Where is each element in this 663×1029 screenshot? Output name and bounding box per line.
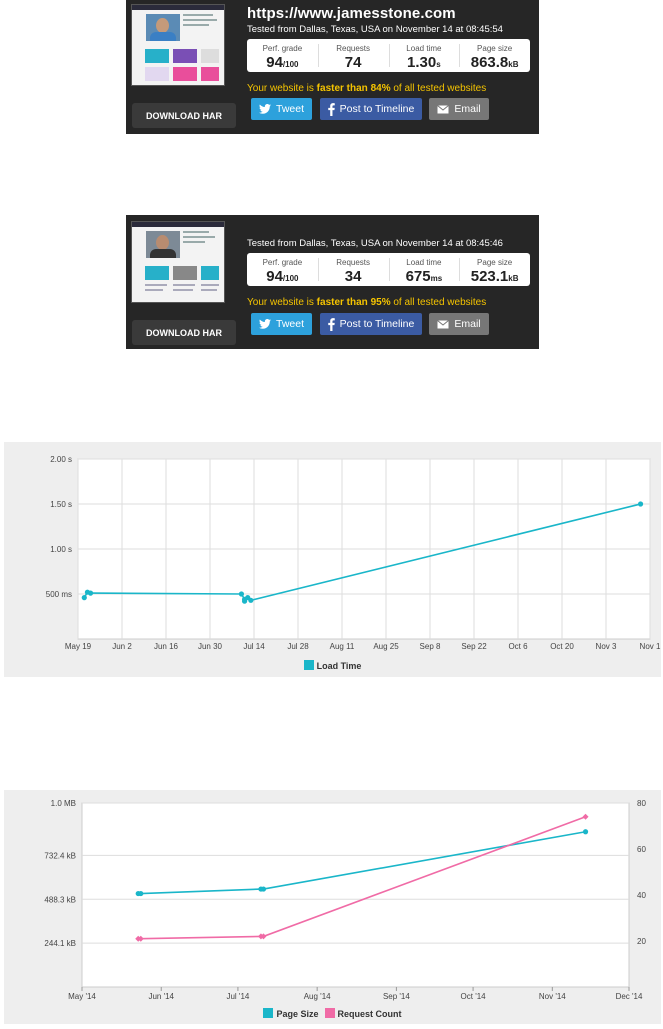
tested-info: Tested from Dallas, Texas, USA on Novemb… — [247, 24, 503, 35]
page-size-point — [582, 829, 589, 835]
site-url[interactable]: https://www.jamesstone.com — [247, 5, 456, 22]
y-tick-label: 1.50 s — [50, 500, 72, 509]
facebook-icon — [327, 102, 335, 116]
y-right-tick-label: 80 — [637, 799, 646, 808]
x-tick-label: May '14 — [68, 992, 96, 1001]
x-tick-label: Nov 3 — [596, 642, 617, 651]
x-tick-label: Sep '14 — [383, 992, 410, 1001]
load-time-chart: May 19 Jun 2 Jun 16 Jun 30 Jul 14 Jul 28 Aug 1… — [4, 442, 661, 677]
load-time: Load time 675ms — [388, 253, 460, 286]
site-thumbnail — [131, 221, 225, 303]
post-to-timeline-button[interactable]: Post to Timeline — [320, 313, 422, 335]
y-tick-label: 500 ms — [46, 590, 72, 599]
faster-text: Your website is faster than 84% of all t… — [247, 83, 487, 94]
page-size-request-chart-svg: May '14 Jun '14 Jul '14 Aug '14 Sep '14 Oct '… — [44, 799, 646, 1001]
load-time: Load time 1.30s — [388, 39, 460, 72]
x-tick-label: Dec '14 — [616, 992, 643, 1001]
y-right-tick-label: 40 — [637, 891, 646, 900]
requests: Requests 34 — [317, 253, 389, 286]
x-tick-label: Nov 1 — [640, 642, 661, 651]
download-har-button[interactable]: DOWNLOAD HAR — [132, 320, 236, 345]
faster-text: Your website is faster than 95% of all t… — [247, 297, 487, 308]
x-tick-label: Jun 2 — [112, 642, 132, 651]
x-tick-label: Nov '14 — [539, 992, 566, 1001]
y-tick-label: 1.00 s — [50, 545, 72, 554]
y-right-tick-label: 20 — [637, 937, 646, 946]
y-left-tick-label: 732.4 kB — [44, 851, 76, 860]
x-tick-label: Jun 30 — [198, 642, 223, 651]
y-left-tick-label: 1.0 MB — [51, 799, 76, 808]
metrics-panel: Perf. grade 94/100 Requests 34 Load time… — [247, 253, 530, 286]
x-tick-label: Jul 14 — [243, 642, 265, 651]
y-tick-label: 2.00 s — [50, 455, 72, 464]
chart-legend: Page Size Request Count — [4, 1008, 661, 1019]
perf-grade: Perf. grade 94/100 — [262, 258, 303, 285]
page-size-point — [138, 890, 144, 897]
site-thumbnail — [131, 4, 225, 86]
perf-grade: Perf. grade 94/100 — [262, 44, 303, 71]
tweet-button[interactable]: Tweet — [251, 98, 312, 120]
x-tick-label: Aug '14 — [304, 992, 331, 1001]
load-time-point — [248, 597, 254, 603]
x-tick-label: May 19 — [65, 642, 92, 651]
email-button[interactable]: Email — [429, 313, 489, 335]
result-card-1: https://www.jamesstone.com Tested from D… — [126, 0, 539, 134]
x-tick-label: Aug 11 — [330, 642, 355, 651]
page-size-point — [260, 886, 267, 892]
load-time-point — [87, 590, 94, 596]
result-card-2: Tested from Dallas, Texas, USA on Novemb… — [126, 215, 539, 349]
twitter-icon — [258, 319, 271, 329]
envelope-icon — [437, 319, 450, 328]
envelope-icon — [437, 104, 450, 113]
load-time-point — [238, 591, 245, 597]
x-tick-label: Jun '14 — [148, 992, 174, 1001]
x-tick-label: Aug 25 — [373, 642, 399, 651]
facebook-icon — [327, 317, 335, 331]
x-tick-label: Oct 6 — [508, 642, 528, 651]
x-tick-label: Oct 20 — [550, 642, 574, 651]
x-tick-label: Jul 28 — [287, 642, 309, 651]
x-tick-label: Sep 8 — [420, 642, 441, 651]
page-size: Page size 523.1kB — [459, 253, 530, 286]
download-har-button[interactable]: DOWNLOAD HAR — [132, 103, 236, 128]
load-time-point — [81, 595, 87, 601]
load-time-chart-svg: May 19 Jun 2 Jun 16 Jun 30 Jul 14 Jul 28 Aug 1… — [46, 455, 661, 651]
y-right-tick-label: 60 — [637, 845, 646, 854]
legend-item-page-size[interactable]: Page Size — [263, 1008, 319, 1019]
x-tick-label: Oct '14 — [461, 992, 487, 1001]
page-size-request-chart: May '14 Jun '14 Jul '14 Aug '14 Sep '14 Oct '… — [4, 790, 661, 1024]
legend-item-request-count[interactable]: Request Count — [324, 1008, 402, 1019]
metrics-panel: Perf. grade 94/100 Requests 74 Load time… — [247, 39, 530, 72]
load-time-point — [637, 501, 644, 507]
tweet-button[interactable]: Tweet — [251, 313, 312, 335]
tested-info: Tested from Dallas, Texas, USA on Novemb… — [247, 238, 503, 249]
post-to-timeline-button[interactable]: Post to Timeline — [320, 98, 422, 120]
email-button[interactable]: Email — [429, 98, 489, 120]
requests: Requests 74 — [317, 39, 389, 72]
twitter-icon — [258, 104, 271, 114]
x-tick-label: Sep 22 — [461, 642, 487, 651]
y-left-tick-label: 488.3 kB — [44, 895, 76, 904]
y-left-tick-label: 244.1 kB — [44, 939, 76, 948]
page-size: Page size 863.8kB — [459, 39, 530, 72]
legend-item-load-time[interactable]: Load Time — [303, 660, 361, 671]
x-tick-label: Jun 16 — [154, 642, 179, 651]
x-tick-label: Jul '14 — [226, 992, 249, 1001]
chart-legend: Load Time — [4, 660, 661, 671]
